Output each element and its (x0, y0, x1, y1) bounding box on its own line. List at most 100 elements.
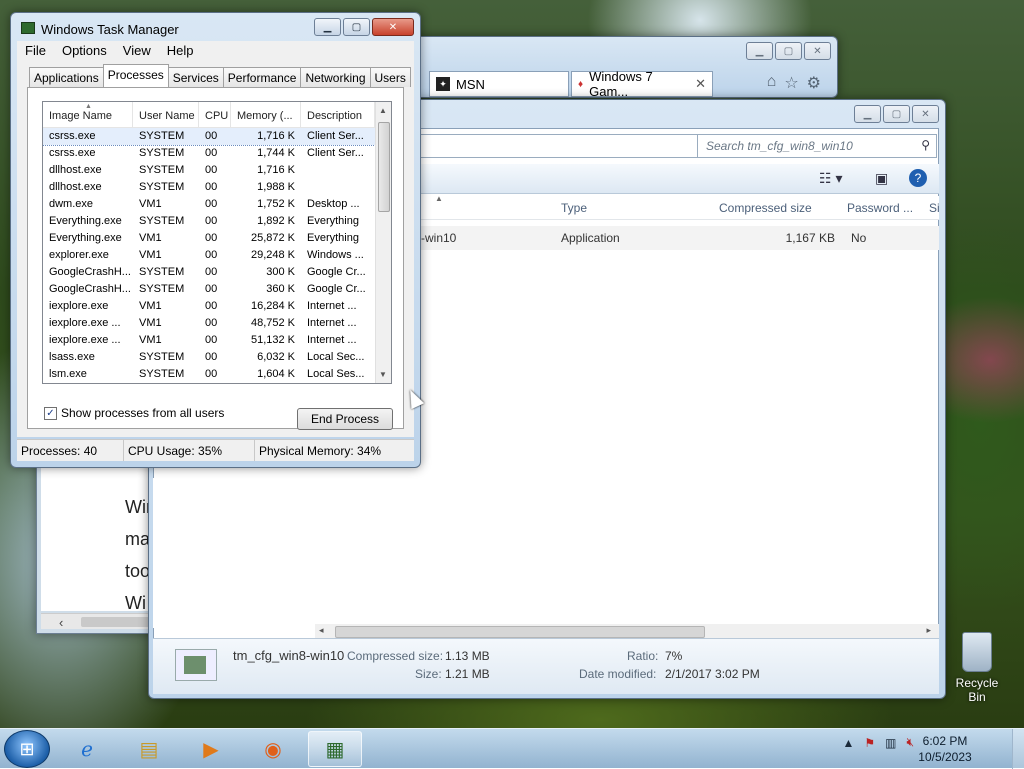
recycle-bin-desktop-icon[interactable]: Recycle Bin (946, 632, 1008, 704)
search-icon[interactable]: ⚲ (921, 138, 930, 152)
process-row[interactable]: explorer.exe VM1 00 29,248 K Windows ... (43, 247, 391, 264)
start-button[interactable]: ⊞ (4, 730, 50, 768)
maximize-button[interactable]: ▢ (883, 105, 910, 123)
details-pane: tm_cfg_win8-win10 Compressed size: 1.13 … (153, 638, 939, 694)
browser-tab-msn[interactable]: ✦ MSN (429, 71, 569, 97)
process-row[interactable]: iexplore.exe ... VM1 00 51,132 K Internet ..… (43, 332, 391, 349)
tab-networking[interactable]: Networking (300, 67, 371, 87)
column-header-compressed-size[interactable]: Compressed size (719, 201, 812, 215)
taskbar-firefox[interactable]: ◉ (246, 731, 300, 767)
preview-pane-icon[interactable]: ▣ (875, 170, 888, 187)
process-row[interactable]: GoogleCrashH... SYSTEM 00 300 K Google Cr... (43, 264, 391, 281)
column-header-password[interactable]: Password ... (847, 201, 913, 215)
task-manager-window[interactable]: Windows Task Manager ▁ ▢ ✕ File Options … (10, 12, 421, 468)
process-row[interactable]: dllhost.exe SYSTEM 00 1,716 K (43, 162, 391, 179)
column-header-size[interactable]: Si (929, 201, 940, 215)
close-button[interactable]: ✕ (804, 42, 831, 60)
process-image-name: csrss.exe (49, 130, 96, 142)
column-header-type[interactable]: Type (561, 201, 587, 215)
taskbar-task-manager[interactable]: ▦ (308, 731, 362, 767)
column-header-cpu[interactable]: CPU (199, 102, 231, 127)
menu-options[interactable]: Options (54, 41, 115, 61)
browser-toolbar-icons: ⌂ ☆ ⚙ (767, 73, 821, 93)
scrollbar-thumb[interactable] (335, 626, 705, 638)
close-button[interactable]: ✕ (912, 105, 939, 123)
menu-file[interactable]: File (17, 41, 54, 61)
end-process-button[interactable]: End Process (297, 408, 393, 430)
firefox-icon: ◉ (264, 738, 282, 761)
scroll-left-icon[interactable]: ‹ (59, 615, 63, 630)
status-physical-memory: Physical Memory: 34% (259, 444, 382, 458)
scroll-up-icon[interactable]: ▲ (379, 106, 387, 115)
scroll-right-icon[interactable]: ▸ (926, 625, 931, 636)
notification-area: ▲ ⚑ ▥ 🔇︎ (842, 735, 914, 750)
process-row[interactable]: dllhost.exe SYSTEM 00 1,988 K (43, 179, 391, 196)
home-icon[interactable]: ⌂ (767, 73, 777, 93)
process-list-vertical-scrollbar[interactable]: ▲ ▼ (375, 102, 391, 383)
maximize-button[interactable]: ▢ (343, 18, 370, 36)
taskbar-clock[interactable]: 6:02 PM 10/5/2023 (910, 733, 980, 765)
details-ratio-label: Ratio: (627, 649, 659, 663)
document-horizontal-scrollbar[interactable]: ‹ (41, 613, 171, 630)
close-tab-icon[interactable]: ✕ (695, 76, 706, 92)
search-input[interactable]: Search tm_cfg_win8_win10 ⚲ (697, 134, 937, 158)
process-memory: 25,872 K (250, 232, 295, 244)
process-list[interactable]: ▲ Image Name User Name CPU Memory (... D… (42, 101, 392, 384)
column-header-memory[interactable]: Memory (... (231, 102, 301, 127)
process-cpu: 00 (205, 300, 218, 312)
close-button[interactable]: ✕ (372, 18, 414, 36)
minimize-button[interactable]: ▁ (746, 42, 773, 60)
maximize-button[interactable]: ▢ (775, 42, 802, 60)
show-desktop-button[interactable] (1012, 729, 1024, 769)
tab-processes[interactable]: Processes (102, 64, 169, 87)
show-hidden-icons-icon[interactable]: ▲ (842, 736, 854, 750)
process-description (301, 162, 375, 179)
process-row[interactable]: Everything.exe SYSTEM 00 1,892 K Everything (43, 213, 391, 230)
menu-view[interactable]: View (115, 41, 159, 61)
taskbar-internet-explorer[interactable]: ℯ (60, 731, 114, 767)
process-image-name: dllhost.exe (49, 181, 102, 193)
process-row[interactable]: lsm.exe SYSTEM 00 1,604 K Local Ses... (43, 366, 391, 383)
tab-performance[interactable]: Performance (222, 67, 302, 87)
taskbar-windows-explorer[interactable]: ▤ (122, 731, 176, 767)
show-all-processes-option[interactable]: ✓ Show processes from all users (44, 406, 224, 420)
process-row[interactable]: GoogleCrashH... SYSTEM 00 360 K Google Cr... (43, 281, 391, 298)
file-list-header: ▲ Type Compressed size Password ... Si (413, 194, 940, 220)
minimize-button[interactable]: ▁ (314, 18, 341, 36)
process-row[interactable]: lsass.exe SYSTEM 00 6,032 K Local Sec... (43, 349, 391, 366)
gear-icon[interactable]: ⚙ (807, 73, 821, 93)
process-row[interactable]: dwm.exe VM1 00 1,752 K Desktop ... (43, 196, 391, 213)
process-row[interactable]: iexplore.exe ... VM1 00 48,752 K Internet ..… (43, 315, 391, 332)
process-user-name: VM1 (139, 334, 162, 346)
browser-tab-windows7-games[interactable]: ♦ Windows 7 Gam... ✕ (571, 69, 713, 99)
process-row[interactable]: Everything.exe VM1 00 25,872 K Everything (43, 230, 391, 247)
taskbar-media-player[interactable]: ▶ (184, 731, 238, 767)
background-document-window[interactable]: Win mar too Wi ‹ (36, 462, 171, 634)
favorites-star-icon[interactable]: ☆ (784, 73, 798, 93)
process-description: Internet ... (307, 300, 357, 312)
tab-services[interactable]: Services (167, 67, 224, 87)
action-center-flag-icon[interactable]: ⚑ (864, 736, 875, 750)
help-icon[interactable]: ? (909, 169, 927, 187)
column-header-description[interactable]: Description (301, 102, 375, 127)
browser-window[interactable]: ▁ ▢ ✕ ✦ MSN ♦ Windows 7 Gam... ✕ ⌂ ☆ ⚙ (398, 36, 838, 99)
network-icon[interactable]: ▥ (885, 736, 896, 750)
menu-help[interactable]: Help (159, 41, 202, 61)
process-row[interactable]: csrss.exe SYSTEM 00 1,716 K Client Ser... (43, 127, 391, 146)
show-all-processes-checkbox[interactable]: ✓ (44, 406, 57, 420)
file-row[interactable]: -win10 Application 1,167 KB No (413, 226, 939, 250)
minimize-button[interactable]: ▁ (854, 105, 881, 123)
scroll-down-icon[interactable]: ▼ (379, 370, 387, 379)
scrollbar-thumb[interactable] (378, 122, 390, 212)
view-options-icon[interactable]: ☷ ▾ (819, 170, 842, 187)
scroll-left-icon[interactable]: ◂ (319, 625, 324, 636)
process-row[interactable]: iexplore.exe VM1 00 16,284 K Internet ... (43, 298, 391, 315)
column-header-user-name[interactable]: User Name (133, 102, 199, 127)
tab-applications[interactable]: Applications (29, 67, 104, 87)
process-description: Windows ... (307, 249, 364, 261)
tab-users[interactable]: Users (369, 67, 411, 87)
process-row[interactable]: csrss.exe SYSTEM 00 1,744 K Client Ser... (43, 145, 391, 162)
process-description: Internet ... (307, 317, 357, 329)
document-text-line: Wi (125, 593, 146, 613)
details-filename: tm_cfg_win8-win10 (233, 648, 345, 663)
